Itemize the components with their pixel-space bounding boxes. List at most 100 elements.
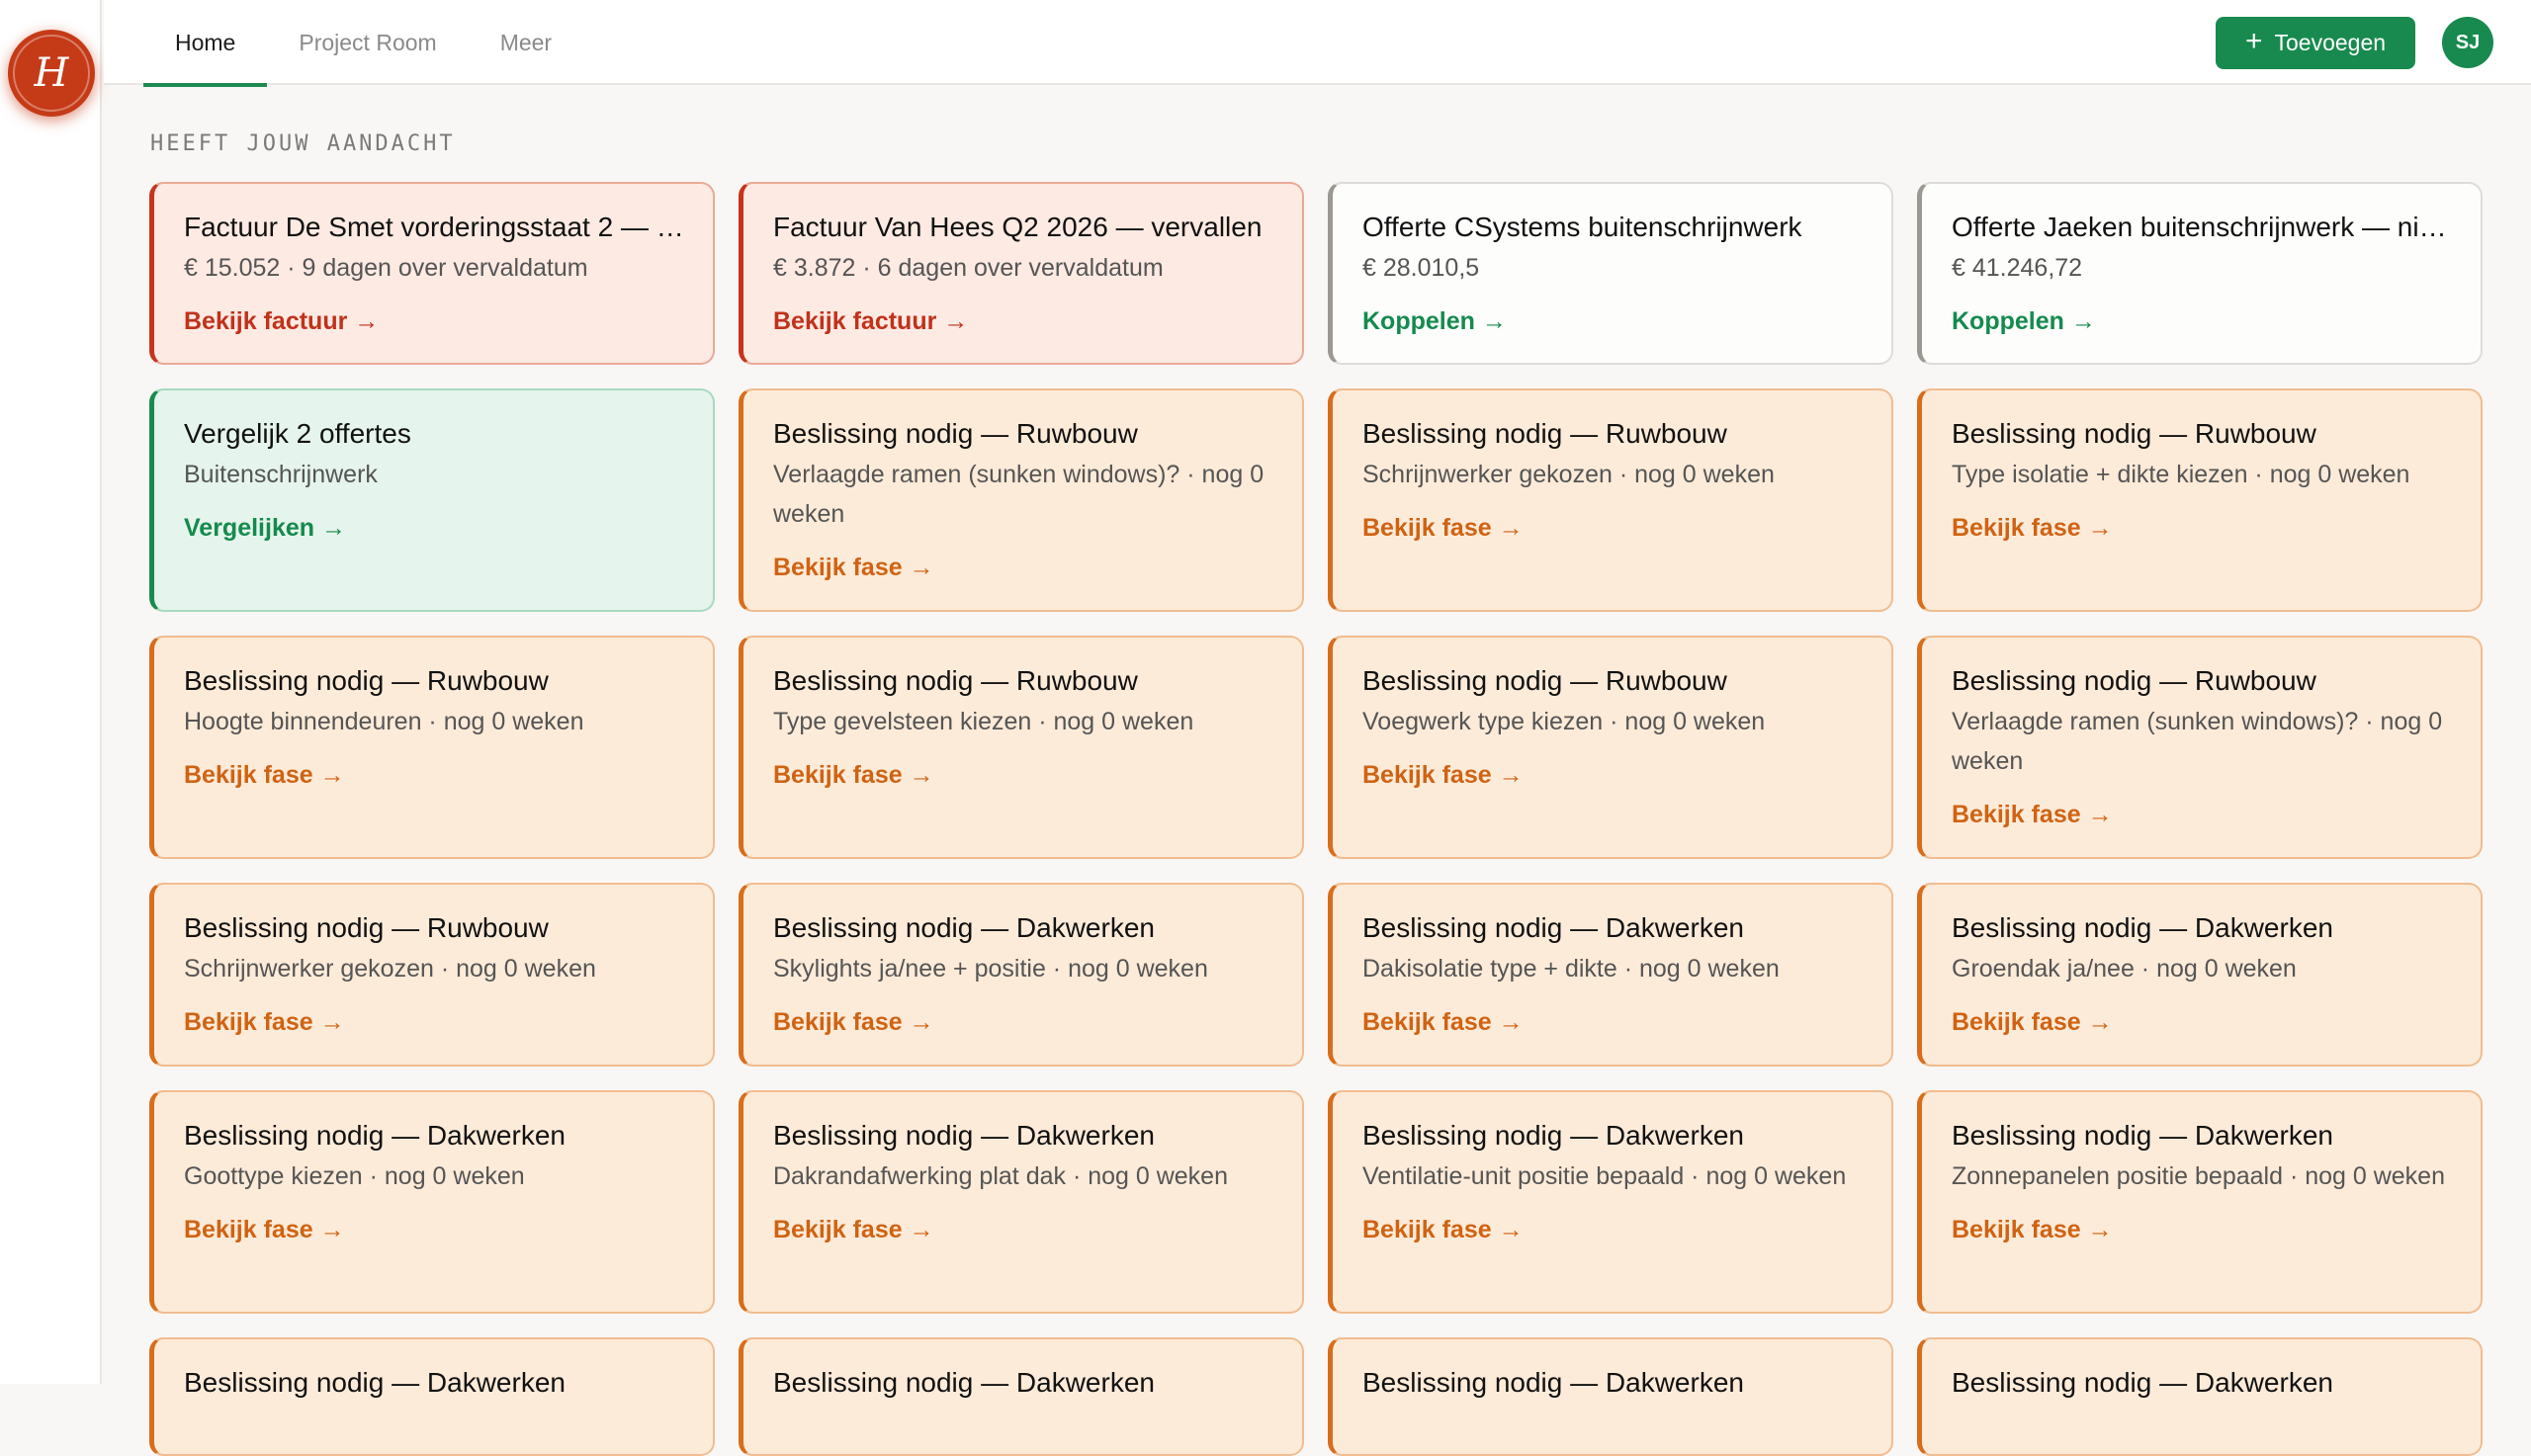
card-subtitle: Type isolatie + dikte kiezen · nog 0 wek… bbox=[1952, 461, 2410, 488]
card-title: Beslissing nodig — Ruwbouw bbox=[184, 665, 549, 696]
card-subtitle: Verlaagde ramen (sunken windows)? · nog … bbox=[1952, 708, 2443, 775]
card-title: Factuur De Smet vorderingsstaat 2 — verv… bbox=[184, 212, 685, 242]
decision-card[interactable]: Beslissing nodig — Dakwerken Zonnepanele… bbox=[1917, 1090, 2483, 1314]
card-title: Beslissing nodig — Ruwbouw bbox=[1362, 418, 1727, 449]
view-phase-link[interactable]: Bekijk fase → bbox=[1362, 1210, 1864, 1249]
view-phase-link[interactable]: Bekijk fase → bbox=[1952, 795, 2453, 834]
decision-card[interactable]: Beslissing nodig — Dakwerken Groendak ja… bbox=[1917, 883, 2483, 1067]
card-title: Beslissing nodig — Ruwbouw bbox=[773, 665, 1138, 696]
decision-card[interactable]: Beslissing nodig — Ruwbouw Verlaagde ram… bbox=[739, 388, 1304, 612]
card-title: Beslissing nodig — Dakwerken bbox=[1362, 1120, 1744, 1151]
decision-card[interactable]: Beslissing nodig — Ruwbouw Schrijnwerker… bbox=[149, 883, 715, 1067]
decision-card[interactable]: Beslissing nodig — Dakwerken bbox=[739, 1337, 1304, 1456]
decision-card[interactable]: Beslissing nodig — Dakwerken Dakrandafwe… bbox=[739, 1090, 1304, 1314]
add-button[interactable]: + Toevoegen bbox=[2216, 17, 2415, 69]
card-subtitle: Dakisolatie type + dikte · nog 0 weken bbox=[1362, 955, 1780, 983]
view-phase-link[interactable]: Bekijk fase → bbox=[1952, 1002, 2453, 1042]
decision-card[interactable]: Beslissing nodig — Dakwerken bbox=[1328, 1337, 1893, 1456]
card-subtitle: € 15.052 · 9 dagen over vervaldatum bbox=[184, 254, 588, 282]
user-avatar[interactable]: SJ bbox=[2442, 17, 2493, 68]
card-title: Beslissing nodig — Dakwerken bbox=[1952, 1120, 2333, 1151]
card-title: Beslissing nodig — Dakwerken bbox=[1952, 1367, 2333, 1398]
card-title: Offerte Jaeken buitenschrijnwerk — nieuw bbox=[1952, 212, 2453, 242]
tab-project-room[interactable]: Project Room bbox=[267, 0, 468, 85]
decision-card[interactable]: Beslissing nodig — Ruwbouw Hoogte binnen… bbox=[149, 636, 715, 859]
card-subtitle: Buitenschrijnwerk bbox=[184, 461, 378, 488]
overdue-invoice-card[interactable]: Factuur Van Hees Q2 2026 — vervallen € 3… bbox=[739, 182, 1304, 365]
view-phase-link[interactable]: Bekijk fase → bbox=[184, 1210, 685, 1249]
card-title: Beslissing nodig — Ruwbouw bbox=[1952, 418, 2316, 449]
quote-card[interactable]: Offerte Jaeken buitenschrijnwerk — nieuw… bbox=[1917, 182, 2483, 365]
card-title: Beslissing nodig — Dakwerken bbox=[773, 1367, 1155, 1398]
decision-card[interactable]: Beslissing nodig — Dakwerken bbox=[1917, 1337, 2483, 1456]
card-title: Beslissing nodig — Ruwbouw bbox=[1362, 665, 1727, 696]
view-phase-link[interactable]: Bekijk fase → bbox=[773, 548, 1274, 587]
card-subtitle: € 28.010,5 bbox=[1362, 254, 1480, 282]
card-title: Offerte CSystems buitenschrijnwerk bbox=[1362, 212, 1802, 242]
view-phase-link[interactable]: Bekijk fase → bbox=[1952, 508, 2453, 548]
view-invoice-link[interactable]: Bekijk factuur → bbox=[184, 301, 685, 341]
top-nav-bar: Home Project Room Meer bbox=[104, 0, 2531, 87]
decision-card[interactable]: Beslissing nodig — Ruwbouw Verlaagde ram… bbox=[1917, 636, 2483, 859]
decision-card[interactable]: Beslissing nodig — Dakwerken bbox=[149, 1337, 715, 1456]
view-phase-link[interactable]: Bekijk fase → bbox=[1362, 1002, 1864, 1042]
card-subtitle: Zonnepanelen positie bepaald · nog 0 wek… bbox=[1952, 1162, 2445, 1190]
overdue-invoice-card[interactable]: Factuur De Smet vorderingsstaat 2 — verv… bbox=[149, 182, 715, 365]
link-quote-link[interactable]: Koppelen → bbox=[1362, 301, 1864, 341]
card-subtitle: Goottype kiezen · nog 0 weken bbox=[184, 1162, 525, 1190]
card-title: Beslissing nodig — Dakwerken bbox=[1952, 912, 2333, 943]
view-phase-link[interactable]: Bekijk fase → bbox=[1952, 1210, 2453, 1249]
card-title: Beslissing nodig — Dakwerken bbox=[1362, 912, 1744, 943]
plus-icon: + bbox=[2244, 25, 2263, 57]
view-phase-link[interactable]: Bekijk fase → bbox=[773, 755, 1274, 795]
view-phase-link[interactable]: Bekijk fase → bbox=[184, 755, 685, 795]
card-subtitle: Verlaagde ramen (sunken windows)? · nog … bbox=[773, 461, 1265, 528]
view-phase-link[interactable]: Bekijk fase → bbox=[1362, 508, 1864, 548]
card-subtitle: Groendak ja/nee · nog 0 weken bbox=[1952, 955, 2297, 983]
view-phase-link[interactable]: Bekijk fase → bbox=[1362, 755, 1864, 795]
card-title: Beslissing nodig — Ruwbouw bbox=[1952, 665, 2316, 696]
sidebar: H bbox=[0, 0, 102, 1384]
attention-card-grid: Factuur De Smet vorderingsstaat 2 — verv… bbox=[149, 182, 2483, 1456]
section-title: HEEFT JOUW AANDACHT bbox=[150, 131, 456, 156]
decision-card[interactable]: Beslissing nodig — Dakwerken Goottype ki… bbox=[149, 1090, 715, 1314]
card-subtitle: € 41.246,72 bbox=[1952, 254, 2083, 282]
link-quote-link[interactable]: Koppelen → bbox=[1952, 301, 2453, 341]
card-subtitle: Ventilatie-unit positie bepaald · nog 0 … bbox=[1362, 1162, 1847, 1190]
card-title: Beslissing nodig — Dakwerken bbox=[773, 912, 1155, 943]
view-phase-link[interactable]: Bekijk fase → bbox=[184, 1002, 685, 1042]
view-phase-link[interactable]: Bekijk fase → bbox=[773, 1002, 1274, 1042]
card-title: Beslissing nodig — Dakwerken bbox=[184, 1120, 566, 1151]
compare-quotes-card[interactable]: Vergelijk 2 offertes Buitenschrijnwerk V… bbox=[149, 388, 715, 612]
decision-card[interactable]: Beslissing nodig — Dakwerken Skylights j… bbox=[739, 883, 1304, 1067]
card-subtitle: Type gevelsteen kiezen · nog 0 weken bbox=[773, 708, 1194, 735]
decision-card[interactable]: Beslissing nodig — Ruwbouw Type gevelste… bbox=[739, 636, 1304, 859]
tab-meer[interactable]: Meer bbox=[469, 0, 583, 85]
card-title: Beslissing nodig — Dakwerken bbox=[773, 1120, 1155, 1151]
decision-card[interactable]: Beslissing nodig — Ruwbouw Schrijnwerker… bbox=[1328, 388, 1893, 612]
card-title: Vergelijk 2 offertes bbox=[184, 418, 411, 449]
compare-link[interactable]: Vergelijken → bbox=[184, 508, 685, 548]
nav-tabs: Home Project Room Meer bbox=[143, 0, 583, 87]
decision-card[interactable]: Beslissing nodig — Dakwerken Dakisolatie… bbox=[1328, 883, 1893, 1067]
card-title: Beslissing nodig — Ruwbouw bbox=[184, 912, 549, 943]
quote-card[interactable]: Offerte CSystems buitenschrijnwerk € 28.… bbox=[1328, 182, 1893, 365]
tab-home[interactable]: Home bbox=[143, 0, 268, 87]
card-title: Beslissing nodig — Ruwbouw bbox=[773, 418, 1138, 449]
card-subtitle: Hoogte binnendeuren · nog 0 weken bbox=[184, 708, 584, 735]
card-title: Beslissing nodig — Dakwerken bbox=[1362, 1367, 1744, 1398]
add-button-label: Toevoegen bbox=[2274, 30, 2387, 55]
card-title: Factuur Van Hees Q2 2026 — vervallen bbox=[773, 212, 1263, 242]
decision-card[interactable]: Beslissing nodig — Ruwbouw Type isolatie… bbox=[1917, 388, 2483, 612]
view-invoice-link[interactable]: Bekijk factuur → bbox=[773, 301, 1274, 341]
decision-card[interactable]: Beslissing nodig — Ruwbouw Voegwerk type… bbox=[1328, 636, 1893, 859]
card-title: Beslissing nodig — Dakwerken bbox=[184, 1367, 566, 1398]
view-phase-link[interactable]: Bekijk fase → bbox=[773, 1210, 1274, 1249]
card-subtitle: Skylights ja/nee + positie · nog 0 weken bbox=[773, 955, 1208, 983]
card-subtitle: Schrijnwerker gekozen · nog 0 weken bbox=[184, 955, 596, 983]
card-subtitle: € 3.872 · 6 dagen over vervaldatum bbox=[773, 254, 1164, 282]
decision-card[interactable]: Beslissing nodig — Dakwerken Ventilatie-… bbox=[1328, 1090, 1893, 1314]
app-logo[interactable]: H bbox=[8, 30, 95, 117]
card-subtitle: Dakrandafwerking plat dak · nog 0 weken bbox=[773, 1162, 1228, 1190]
card-subtitle: Voegwerk type kiezen · nog 0 weken bbox=[1362, 708, 1766, 735]
